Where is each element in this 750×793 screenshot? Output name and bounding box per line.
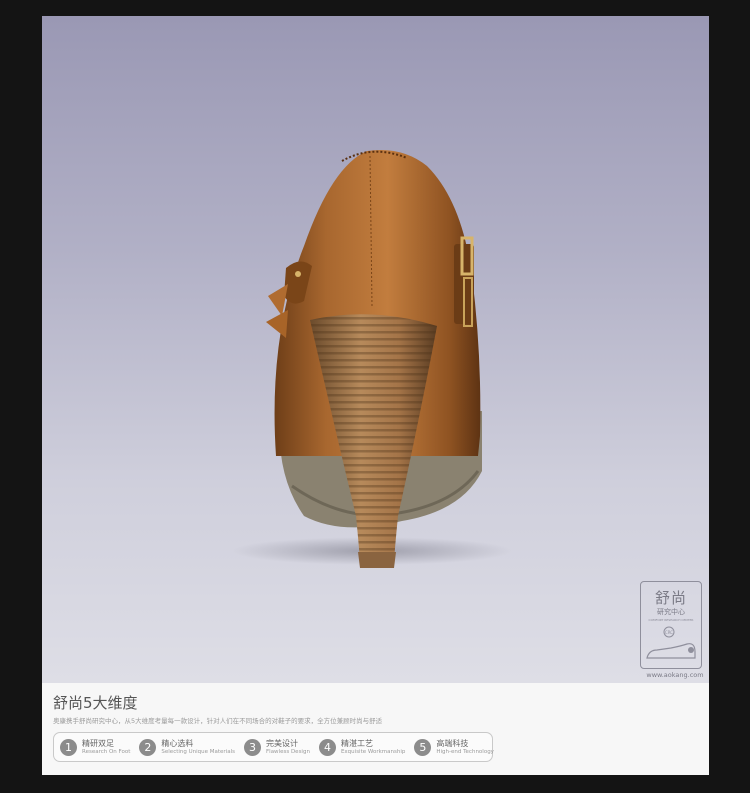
dimension-item: 2 精心选料 Selecting Unique Materials (139, 738, 235, 756)
badge-title: 舒尚 (654, 589, 687, 607)
badge-tag: CRC (665, 630, 673, 635)
dimension-subtitle: High-end Technology (436, 748, 494, 755)
dimension-item: 5 高端科技 High-end Technology (414, 738, 494, 756)
dimension-title: 精心选料 (161, 738, 194, 748)
panel-description: 奥康携手舒尚研究中心，从5大维度考量每一款设计，针对人们在不同场合的对鞋子的要求… (53, 717, 383, 725)
dimension-title: 精研双足 (82, 738, 114, 748)
dimension-subtitle: Research On Foot (82, 748, 131, 755)
badge-english: COMFORT RESEARCH CENTER (648, 618, 694, 622)
dimension-subtitle: Exquisite Workmanship (340, 748, 406, 755)
info-panel: 舒尚5大维度 奥康携手舒尚研究中心，从5大维度考量每一款设计，针对人们在不同场合… (42, 683, 709, 775)
brand-website: www.aokang.com (646, 671, 704, 679)
panel-title: 舒尚5大维度 (53, 694, 138, 712)
dimension-subtitle: Selecting Unique Materials (161, 748, 235, 755)
dimension-number: 3 (244, 738, 261, 756)
dimension-subtitle: Flawless Design (266, 748, 310, 755)
dimensions-bar: 1 精研双足 Research On Foot 2 精心选料 Selecting… (53, 732, 494, 762)
product-photo: 舒尚 研究中心 COMFORT RESEARCH CENTER CRC www.… (42, 16, 709, 683)
shoe-icon: CRC (646, 626, 696, 659)
dimension-item: 3 完美设计 Flawless Design (244, 738, 310, 756)
dimension-item: 1 精研双足 Research On Foot (60, 738, 131, 756)
shoe-image (232, 150, 512, 568)
dimension-number: 1 (60, 738, 77, 756)
badge-subtitle: 研究中心 (657, 608, 685, 616)
comfort-center-badge: 舒尚 研究中心 COMFORT RESEARCH CENTER CRC (640, 581, 702, 669)
dimension-title: 完美设计 (266, 738, 298, 748)
dimension-number: 2 (139, 738, 157, 756)
dimension-item: 4 精湛工艺 Exquisite Workmanship (318, 738, 406, 756)
dimension-number: 5 (414, 738, 432, 756)
dimension-number: 4 (318, 738, 336, 756)
dimension-title: 高端科技 (436, 738, 469, 748)
dimension-title: 精湛工艺 (340, 738, 373, 748)
